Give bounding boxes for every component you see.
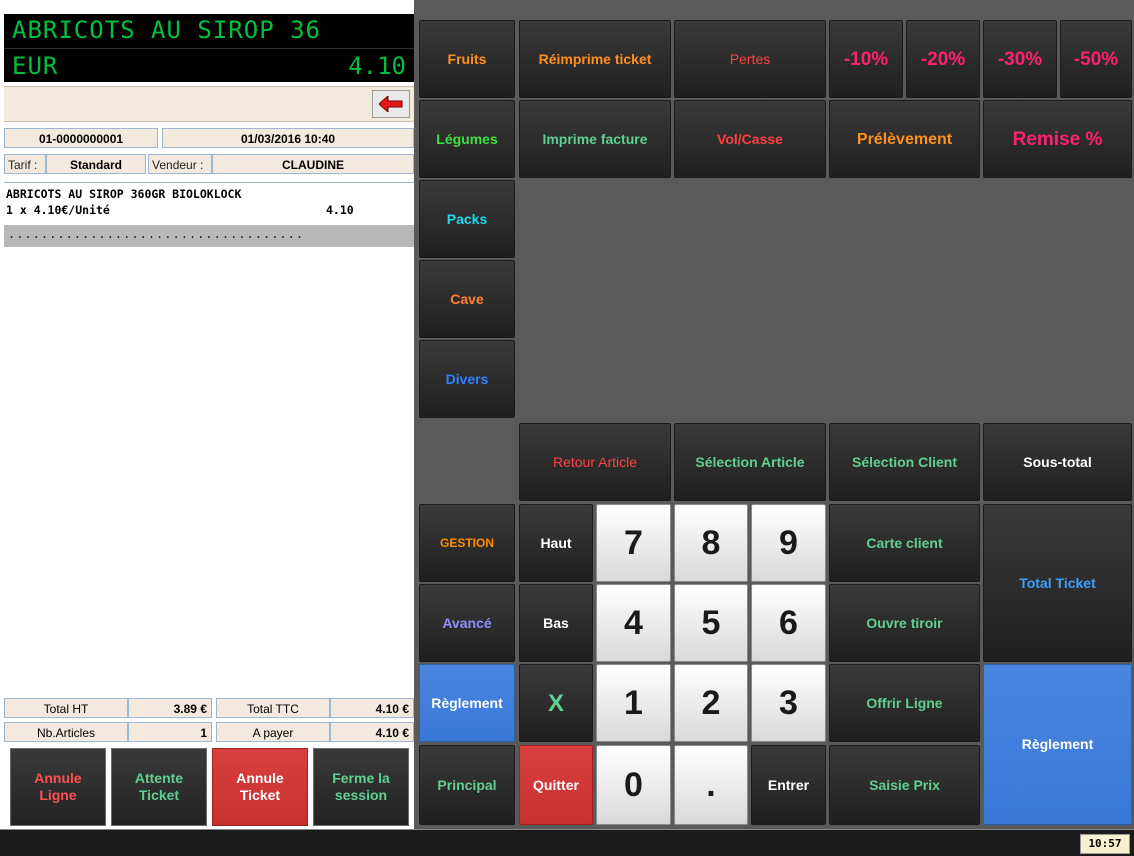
annule-ticket-label: Annule Ticket (236, 770, 284, 803)
totals-row-2: Nb.Articles 1 A payer 4.10 € (4, 722, 414, 744)
carte-client-button[interactable]: Carte client (829, 504, 980, 582)
ticket-seller-row: Tarif : Standard Vendeur : CLAUDINE (4, 154, 414, 176)
ticket-line-qty[interactable]: 1 x 4.10€/Unité (6, 203, 110, 217)
status-bar: 10:57 (0, 829, 1134, 856)
key-8[interactable]: 8 (674, 504, 748, 582)
pertes-button[interactable]: Pertes (674, 20, 826, 98)
sous-total-button[interactable]: Sous-total (983, 423, 1132, 501)
category-cave[interactable]: Cave (419, 260, 515, 338)
vendeur-label: Vendeur : (148, 154, 212, 174)
bas-button[interactable]: Bas (519, 584, 593, 662)
display-line1: ABRICOTS AU SIROP 36 (12, 16, 321, 44)
key-2[interactable]: 2 (674, 664, 748, 742)
ticket-line-amount[interactable]: 4.10 (326, 203, 354, 217)
key-6[interactable]: 6 (751, 584, 826, 662)
key-7[interactable]: 7 (596, 504, 671, 582)
clear-x-button[interactable]: X (519, 664, 593, 742)
total-ht-label: Total HT (4, 698, 128, 718)
key-4[interactable]: 4 (596, 584, 671, 662)
selection-client-button[interactable]: Sélection Client (829, 423, 980, 501)
ferme-session-label: Ferme la session (332, 770, 390, 803)
total-ticket-button[interactable]: Total Ticket (983, 504, 1132, 662)
imprime-facture-button[interactable]: Imprime facture (519, 100, 671, 178)
nb-articles-value: 1 (128, 722, 212, 742)
entry-field[interactable] (4, 86, 414, 122)
ticket-lines[interactable]: ABRICOTS AU SIROP 360GR BIOLOKLOCK 1 x 4… (4, 182, 414, 691)
key-5[interactable]: 5 (674, 584, 748, 662)
annule-ticket-button[interactable]: Annule Ticket (212, 748, 308, 826)
key-3[interactable]: 3 (751, 664, 826, 742)
ticket-info-row: 01-0000000001 01/03/2016 10:40 (4, 128, 414, 150)
total-ht-value: 3.89 € (128, 698, 212, 718)
mode-principal-button[interactable]: Principal (419, 745, 515, 825)
ticket-dots: .................................... (8, 227, 305, 241)
ferme-session-button[interactable]: Ferme la session (313, 748, 409, 826)
saisie-prix-button[interactable]: Saisie Prix (829, 745, 980, 825)
key-1[interactable]: 1 (596, 664, 671, 742)
entrer-button[interactable]: Entrer (751, 745, 826, 825)
ouvre-tiroir-button[interactable]: Ouvre tiroir (829, 584, 980, 662)
arrow-left-icon (379, 96, 403, 112)
a-payer-label: A payer (216, 722, 330, 742)
mode-gestion-button[interactable]: GESTION (419, 504, 515, 582)
key-9[interactable]: 9 (751, 504, 826, 582)
display-separator (4, 48, 414, 49)
reimprime-ticket-button[interactable]: Réimprime ticket (519, 20, 671, 98)
vol-casse-button[interactable]: Vol/Casse (674, 100, 826, 178)
discount-10-button[interactable]: -10% (829, 20, 903, 98)
display-price: 4.10 (348, 52, 406, 80)
a-payer-value: 4.10 € (330, 722, 414, 742)
tarif-value: Standard (46, 154, 146, 174)
retour-article-button[interactable]: Retour Article (519, 423, 671, 501)
quitter-button[interactable]: Quitter (519, 745, 593, 825)
display-currency: EUR (12, 52, 59, 80)
selection-article-button[interactable]: Sélection Article (674, 423, 826, 501)
annule-ligne-button[interactable]: Annule Ligne (10, 748, 106, 826)
tarif-label: Tarif : (4, 154, 46, 174)
nb-articles-label: Nb.Articles (4, 722, 128, 742)
prelevement-button[interactable]: Prélèvement (829, 100, 980, 178)
attente-ticket-button[interactable]: Attente Ticket (111, 748, 207, 826)
annule-ligne-label: Annule Ligne (34, 770, 82, 803)
remise-button[interactable]: Remise % (983, 100, 1132, 178)
category-packs[interactable]: Packs (419, 180, 515, 258)
discount-30-button[interactable]: -30% (983, 20, 1057, 98)
mode-reglement-button[interactable]: Règlement (419, 664, 515, 742)
backspace-button[interactable] (372, 90, 410, 118)
offrir-ligne-button[interactable]: Offrir Ligne (829, 664, 980, 742)
totals-row-1: Total HT 3.89 € Total TTC 4.10 € (4, 698, 414, 720)
key-dot[interactable]: . (674, 745, 748, 825)
discount-20-button[interactable]: -20% (906, 20, 980, 98)
ticket-line-desc[interactable]: ABRICOTS AU SIROP 360GR BIOLOKLOCK (6, 187, 241, 201)
ticket-panel: ABRICOTS AU SIROP 36 EUR 4.10 01-0000000… (0, 0, 414, 829)
mode-avance-button[interactable]: Avancé (419, 584, 515, 662)
key-0[interactable]: 0 (596, 745, 671, 825)
vendeur-value: CLAUDINE (212, 154, 414, 174)
reglement-button[interactable]: Règlement (983, 664, 1132, 825)
customer-display: ABRICOTS AU SIROP 36 EUR 4.10 (4, 14, 414, 82)
ticket-datetime: 01/03/2016 10:40 (162, 128, 414, 148)
total-ttc-value: 4.10 € (330, 698, 414, 718)
ticket-number: 01-0000000001 (4, 128, 158, 148)
attente-ticket-label: Attente Ticket (134, 770, 184, 803)
haut-button[interactable]: Haut (519, 504, 593, 582)
category-divers[interactable]: Divers (419, 340, 515, 418)
category-fruits[interactable]: Fruits (419, 20, 515, 98)
total-ttc-label: Total TTC (216, 698, 330, 718)
discount-50-button[interactable]: -50% (1060, 20, 1132, 98)
category-legumes[interactable]: Légumes (419, 100, 515, 178)
clock: 10:57 (1080, 834, 1130, 854)
